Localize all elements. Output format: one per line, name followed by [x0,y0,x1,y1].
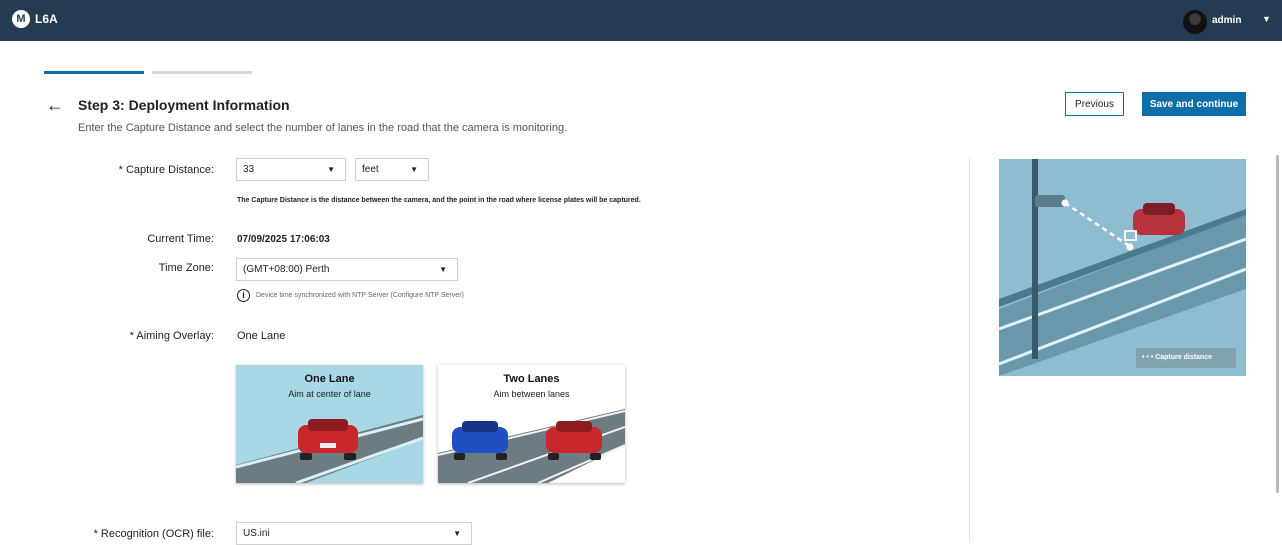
capture-distance-label: * Capture Distance: [118,164,214,176]
capture-distance-preview [999,159,1246,376]
capture-distance-legend: • • • Capture distance [1136,348,1236,368]
user-name[interactable]: admin [1212,15,1241,26]
chevron-down-icon: ▼ [439,265,447,274]
current-time-label: Current Time: [147,233,214,245]
option-subtitle: Aim between lanes [493,389,570,399]
chevron-down-icon: ▼ [453,529,461,538]
app-name: L6A [35,12,58,26]
legend-label: Capture distance [1155,354,1212,361]
chevron-down-icon: ▼ [327,165,335,174]
save-and-continue-button[interactable]: Save and continue [1142,92,1246,116]
time-zone-value: (GMT+08:00) Perth [243,264,330,275]
two-lanes-option[interactable]: Two Lanes Aim between lanes [438,365,625,483]
time-zone-select[interactable]: (GMT+08:00) Perth ▼ [236,258,458,281]
one-lane-option[interactable]: One Lane Aim at center of lane [236,365,423,483]
user-menu-caret-icon[interactable]: ▼ [1262,14,1271,24]
option-subtitle: Aim at center of lane [288,389,371,399]
capture-distance-select[interactable]: 33 ▼ [236,158,346,181]
one-lane-illustration [236,415,423,483]
option-title: Two Lanes [503,373,560,385]
page-title: Step 3: Deployment Information [78,97,290,113]
capture-distance-value: 33 [243,164,255,175]
top-bar: M L6A admin ▼ [0,0,1282,41]
distance-unit-value: feet [362,164,379,175]
page-description: Enter the Capture Distance and select th… [78,122,568,134]
chevron-down-icon: ▼ [410,165,418,174]
road-scene-illustration [999,159,1246,376]
motorola-logo-icon: M [12,10,30,28]
info-icon: i [237,289,250,302]
ocr-file-label: * Recognition (OCR) file: [93,528,214,540]
progress-step-remaining [152,71,252,74]
aiming-overlay-label: * Aiming Overlay: [129,330,214,342]
capture-distance-help: The Capture Distance is the distance bet… [237,197,641,204]
previous-button[interactable]: Previous [1065,92,1124,116]
current-time-value: 07/09/2025 17:06:03 [237,234,330,245]
dashed-line-icon: • • • [1142,354,1154,361]
aiming-overlay-value: One Lane [237,330,286,342]
time-zone-label: Time Zone: [158,262,214,274]
ocr-file-value: US.ini [243,528,270,539]
distance-unit-select[interactable]: feet ▼ [355,158,429,181]
two-lanes-illustration [438,409,625,483]
vertical-scrollbar[interactable] [1276,155,1279,493]
option-title: One Lane [304,373,355,385]
panel-divider [969,157,970,542]
back-arrow-icon[interactable]: ← [46,95,64,116]
progress-step-completed [44,71,144,74]
user-avatar-icon[interactable] [1183,10,1207,34]
ntp-sync-note[interactable]: Device time synchronized with NTP Server… [256,292,464,299]
